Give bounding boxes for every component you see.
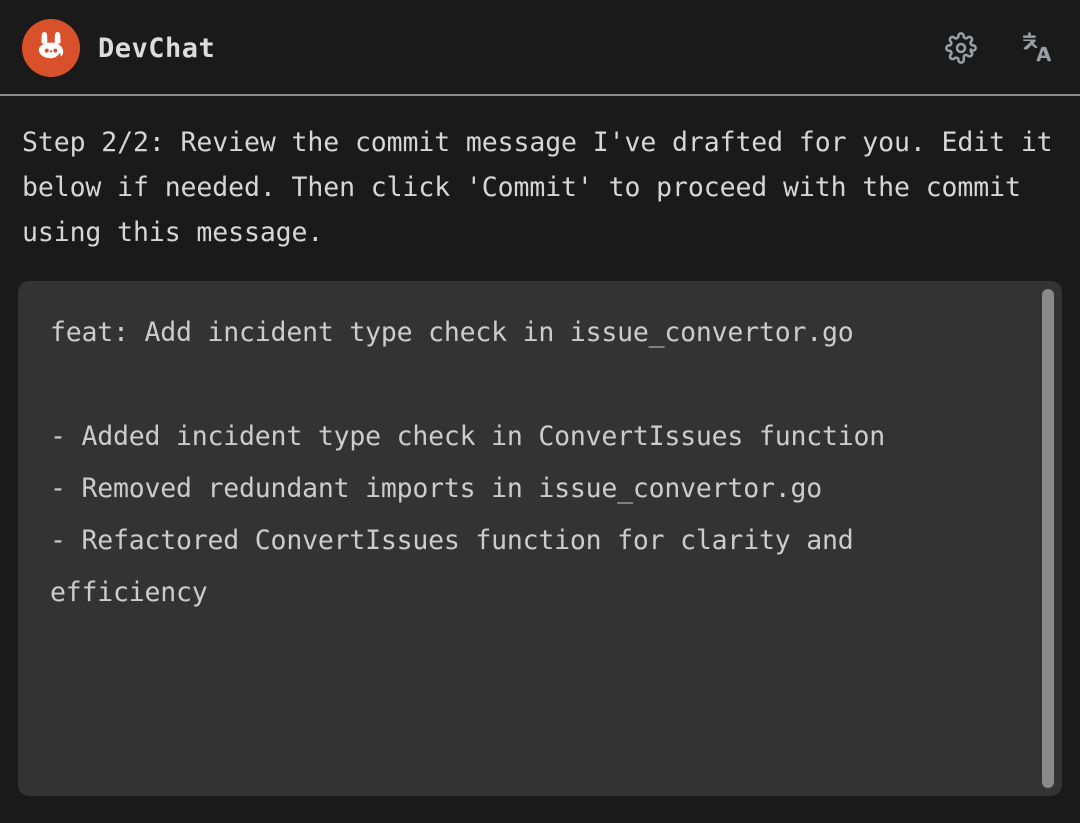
settings-button[interactable]	[942, 29, 980, 67]
editor-scrollbar-thumb[interactable]	[1042, 289, 1054, 788]
gear-icon	[945, 32, 977, 64]
commit-message-input[interactable]: feat: Add incident type check in issue_c…	[18, 281, 1062, 796]
header-actions	[942, 29, 1054, 67]
translate-icon	[1018, 31, 1052, 65]
translate-button[interactable]	[1016, 29, 1054, 67]
chat-body: Step 2/2: Review the commit message I've…	[0, 96, 1080, 796]
app-header: DevChat	[0, 0, 1080, 96]
commit-message-text[interactable]: feat: Add incident type check in issue_c…	[50, 307, 1018, 619]
rabbit-logo-icon	[22, 19, 80, 77]
commit-message-editor-wrap: feat: Add incident type check in issue_c…	[18, 281, 1062, 796]
editor-scrollbar[interactable]	[1042, 289, 1054, 788]
page-title: DevChat	[98, 32, 216, 64]
assistant-message: Step 2/2: Review the commit message I've…	[22, 127, 1069, 248]
brand: DevChat	[22, 19, 215, 77]
